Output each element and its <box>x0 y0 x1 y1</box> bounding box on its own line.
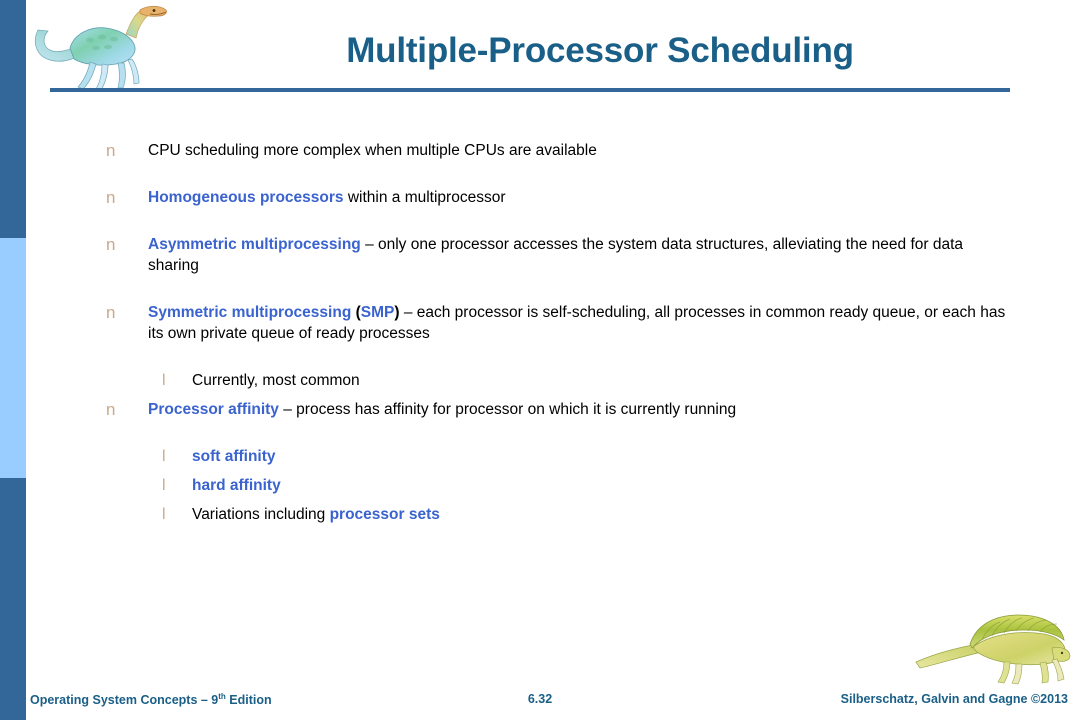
page-title: Multiple-Processor Scheduling <box>346 31 854 70</box>
sub-bullet-item: l Currently, most common <box>0 370 1080 391</box>
footer-copyright: Silberschatz, Galvin and Gagne ©2013 <box>840 692 1068 706</box>
sub-bullet-marker-icon: l <box>162 448 166 465</box>
bullet-item: n Asymmetric multiprocessing – only one p… <box>0 234 1080 276</box>
bullet-text: Asymmetric multiprocessing – only one pr… <box>148 234 1010 276</box>
body-text-run: within a multiprocessor <box>343 189 506 206</box>
sub-bullet-marker-icon: l <box>162 506 166 523</box>
sub-bullet-text: soft affinity <box>192 446 1080 467</box>
bullet-marker-icon: n <box>106 188 116 207</box>
bullet-marker-icon: n <box>106 400 116 419</box>
sub-bullet-list: l soft affinity l hard affinity l Variations … <box>0 446 1080 525</box>
emphasis-term: soft affinity <box>192 448 276 465</box>
sailback-dinosaur-icon <box>912 604 1072 686</box>
emphasis-term: SMP <box>360 304 395 321</box>
slide-footer: Operating System Concepts – 9th Edition … <box>0 686 1080 720</box>
bullet-item: n CPU scheduling more complex when multip… <box>0 140 1080 161</box>
emphasis-term: Asymmetric multiprocessing <box>148 236 361 253</box>
emphasis-term: Homogeneous processors <box>148 189 344 206</box>
emphasis-term: Symmetric multiprocessing <box>148 304 352 321</box>
bullet-text: Homogeneous processors within a multipro… <box>148 187 1010 208</box>
sub-bullet-item: l Variations including processor sets <box>0 504 1080 525</box>
emphasis-term: processor sets <box>329 506 440 523</box>
emphasis-term: hard affinity <box>192 477 281 494</box>
sub-bullet-list: l Currently, most common <box>0 370 1080 391</box>
bullet-text: Symmetric multiprocessing (SMP) – each p… <box>148 302 1010 344</box>
bullet-item: n Homogeneous processors within a multipr… <box>0 187 1080 208</box>
bullet-marker-icon: n <box>106 141 116 160</box>
sub-bullet-text: Currently, most common <box>192 370 1080 391</box>
sub-bullet-marker-icon: l <box>162 372 166 389</box>
bullet-text: CPU scheduling more complex when multipl… <box>148 140 1010 161</box>
slide-body: n CPU scheduling more complex when multip… <box>0 140 1080 533</box>
bullet-text: Processor affinity – process has affinit… <box>148 399 1010 420</box>
title-divider <box>50 88 1010 92</box>
body-text-run: Currently, most common <box>192 372 360 389</box>
body-text-run: – process has affinity for processor on … <box>278 401 737 418</box>
body-text-run: ( <box>351 304 361 321</box>
bullet-marker-icon: n <box>106 235 116 254</box>
emphasis-term: Processor affinity <box>148 401 279 418</box>
sub-bullet-text: hard affinity <box>192 475 1080 496</box>
sub-bullet-marker-icon: l <box>162 477 166 494</box>
sub-bullet-item: l hard affinity <box>0 475 1080 496</box>
sub-bullet-item: l soft affinity <box>0 446 1080 467</box>
bullet-marker-icon: n <box>106 303 116 322</box>
sub-bullet-text: Variations including processor sets <box>192 504 1080 525</box>
bullet-item: n Processor affinity – process has affini… <box>0 399 1080 420</box>
body-text-run: Variations including <box>192 506 330 523</box>
body-text-run: CPU scheduling more complex when multipl… <box>148 142 597 159</box>
slide-header: Multiple-Processor Scheduling <box>0 0 1080 100</box>
bullet-item: n Symmetric multiprocessing (SMP) – each … <box>0 302 1080 344</box>
dinosaur-logo-icon <box>30 2 170 91</box>
